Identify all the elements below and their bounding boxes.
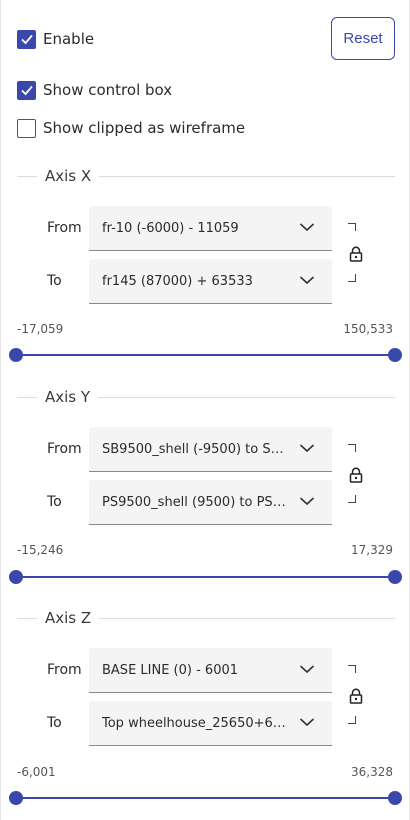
- axis-z-from-value: BASE LINE (0) - 6001: [102, 662, 239, 678]
- axis-x-from-value: fr-10 (-6000) - 11059: [102, 220, 239, 236]
- axis-z-slider-max-thumb[interactable]: [388, 791, 402, 805]
- axis-x-header: Axis X: [17, 166, 395, 186]
- divider: [99, 617, 395, 619]
- axis-z-to-label: To: [47, 715, 62, 731]
- axis-y-slider-max-thumb[interactable]: [388, 570, 402, 584]
- divider: [17, 396, 37, 398]
- axis-y-range-max: 17,329: [351, 543, 393, 557]
- axis-y-to-select[interactable]: PS9500_shell (9500) to PS 7...: [89, 480, 332, 525]
- lock-icon[interactable]: [349, 246, 363, 262]
- axis-z-header: Axis Z: [17, 608, 395, 628]
- axis-z-from-label: From: [47, 662, 82, 678]
- axis-x-from-label: From: [47, 220, 82, 236]
- divider: [17, 617, 37, 619]
- axis-x-slider-min-thumb[interactable]: [9, 348, 23, 362]
- link-bracket-bottom: [348, 716, 356, 724]
- axis-x-title: Axis X: [45, 167, 92, 185]
- axis-z-to-value: Top wheelhouse_25650+6 (...: [102, 715, 287, 731]
- show-control-box-checkbox[interactable]: Show control box: [17, 80, 172, 100]
- enable-label: Enable: [43, 30, 95, 48]
- axis-y-from-value: SB9500_shell (-9500) to SB ...: [102, 441, 287, 457]
- axis-y-slider-track[interactable]: [16, 576, 396, 578]
- link-bracket-top: [348, 223, 356, 231]
- axis-y-from-label: From: [47, 441, 82, 457]
- check-icon: [20, 34, 33, 45]
- axis-x-range-min: -17,059: [17, 322, 64, 336]
- axis-x-to-value: fr145 (87000) + 63533: [102, 273, 253, 289]
- show-control-box-label: Show control box: [43, 81, 173, 99]
- chevron-down-icon: [299, 497, 315, 506]
- clipping-panel: Enable Reset Show control box Show clipp…: [0, 0, 410, 820]
- chevron-down-icon: [299, 223, 315, 232]
- link-bracket-top: [348, 665, 356, 673]
- axis-z-to-select[interactable]: Top wheelhouse_25650+6 (...: [89, 701, 332, 746]
- axis-z-slider-track[interactable]: [16, 797, 396, 799]
- axis-x-slider-track[interactable]: [16, 354, 396, 356]
- divider: [99, 175, 395, 177]
- reset-button[interactable]: Reset: [331, 17, 395, 60]
- axis-z-from-select[interactable]: BASE LINE (0) - 6001: [89, 648, 332, 693]
- show-clipped-wireframe-box[interactable]: [17, 118, 36, 138]
- axis-x-range-max: 150,533: [343, 322, 393, 336]
- axis-z-title: Axis Z: [45, 609, 92, 627]
- link-bracket-bottom: [348, 274, 356, 282]
- chevron-down-icon: [299, 665, 315, 674]
- show-clipped-wireframe-label: Show clipped as wireframe: [43, 119, 246, 137]
- axis-z-range-max: 36,328: [351, 765, 393, 779]
- axis-y-title: Axis Y: [45, 388, 91, 406]
- axis-x-slider-max-thumb[interactable]: [388, 348, 402, 362]
- enable-checkbox-box[interactable]: [17, 29, 36, 49]
- lock-icon[interactable]: [349, 467, 363, 483]
- link-bracket-bottom: [348, 495, 356, 503]
- axis-y-header: Axis Y: [17, 387, 395, 407]
- axis-y-to-label: To: [47, 494, 62, 510]
- check-icon: [20, 85, 33, 96]
- axis-y-from-select[interactable]: SB9500_shell (-9500) to SB ...: [89, 427, 332, 472]
- axis-y-range-min: -15,246: [17, 543, 64, 557]
- divider: [17, 175, 37, 177]
- link-bracket-top: [348, 444, 356, 452]
- axis-x-to-label: To: [47, 273, 62, 289]
- chevron-down-icon: [299, 276, 315, 285]
- axis-y-slider-min-thumb[interactable]: [9, 570, 23, 584]
- axis-x-from-select[interactable]: fr-10 (-6000) - 11059: [89, 206, 332, 251]
- divider: [98, 396, 395, 398]
- show-clipped-wireframe-checkbox[interactable]: Show clipped as wireframe: [17, 118, 245, 138]
- axis-x-to-select[interactable]: fr145 (87000) + 63533: [89, 259, 332, 304]
- axis-y-to-value: PS9500_shell (9500) to PS 7...: [102, 494, 287, 510]
- chevron-down-icon: [299, 718, 315, 727]
- axis-z-slider-min-thumb[interactable]: [9, 791, 23, 805]
- chevron-down-icon: [299, 444, 315, 453]
- enable-checkbox[interactable]: Enable: [17, 29, 94, 49]
- show-control-box-box[interactable]: [17, 80, 36, 100]
- axis-z-range-min: -6,001: [17, 765, 56, 779]
- lock-icon[interactable]: [349, 688, 363, 704]
